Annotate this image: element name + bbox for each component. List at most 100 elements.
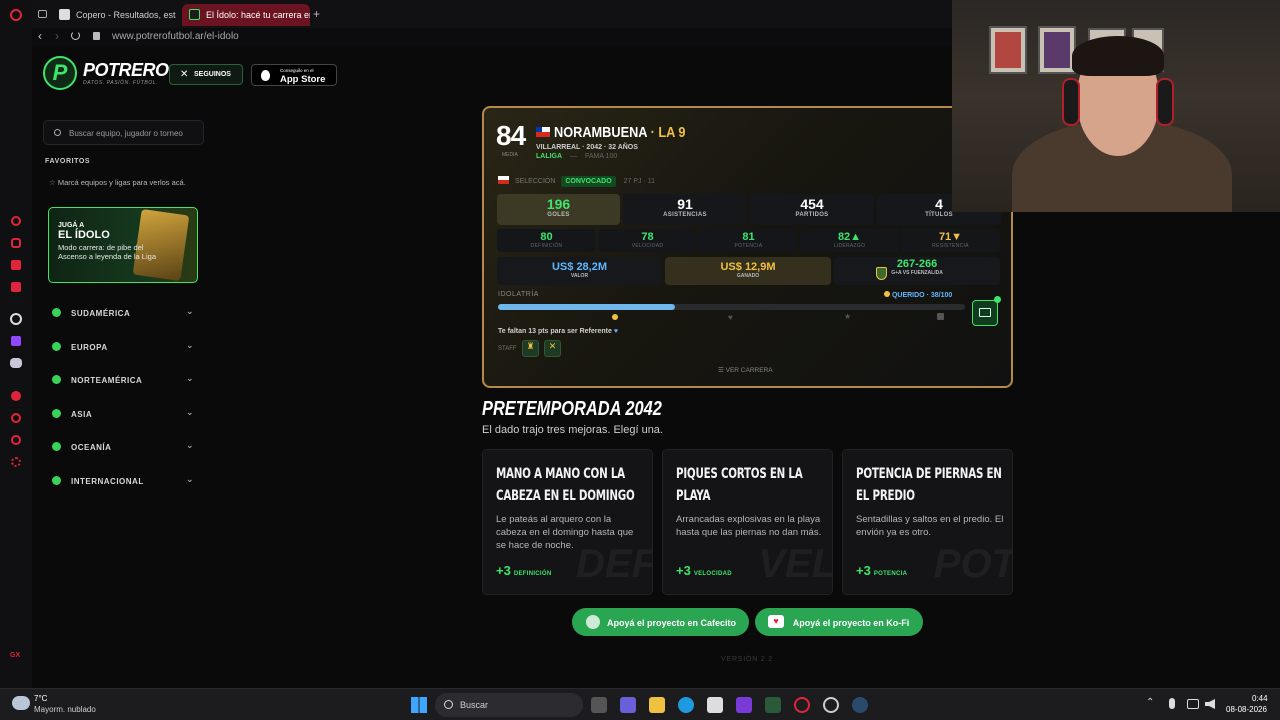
- taskbar-search[interactable]: Buscar: [435, 693, 583, 717]
- microphone-icon[interactable]: [1169, 698, 1175, 709]
- upgrade-option-velocidad[interactable]: VEL PIQUES CORTOS EN LA PLAYA Arrancadas…: [662, 449, 833, 595]
- club-line: VILLARREAL · 2042 · 32 AÑOS: [536, 144, 638, 151]
- career-link[interactable]: ☰ VER CARRERA: [718, 366, 773, 374]
- region-norteamerica[interactable]: NORTEAMÉRICA ⌄: [44, 373, 200, 389]
- search-input[interactable]: Buscar equipo, jugador o torneo: [43, 120, 204, 145]
- league[interactable]: LALIGA: [536, 153, 562, 160]
- stat-key: PARTIDOS: [795, 212, 829, 218]
- attr-key: VELOCIDAD: [631, 243, 664, 249]
- option-title: PIQUES CORTOS EN LA PLAYA: [676, 466, 803, 504]
- attr-key: DEFINICIÓN: [530, 243, 563, 249]
- volume-icon[interactable]: [1205, 699, 1215, 709]
- asia-icon: [52, 409, 61, 418]
- attr-definicion: 80 DEFINICIÓN: [497, 229, 596, 252]
- option-bonus: +3 DEFINICIÓN: [496, 563, 552, 578]
- opera-gx-icon[interactable]: [794, 697, 810, 713]
- twitch-icon[interactable]: [11, 336, 21, 346]
- sidebar-app-icon[interactable]: [11, 282, 21, 292]
- sidebar-app-icon[interactable]: [11, 238, 21, 248]
- region-europa[interactable]: EUROPA ⌄: [44, 340, 200, 356]
- tab-el-idolo[interactable]: El Ídolo: hacé tu carrera en: [182, 4, 310, 26]
- back-icon[interactable]: ‹: [38, 29, 42, 43]
- staff-agent-icon[interactable]: ✕: [544, 340, 561, 357]
- headphones-image: [1062, 78, 1080, 126]
- kofi-button[interactable]: ♥ Apoyá el proyecto en Ko-Fi: [755, 608, 923, 636]
- cart-button[interactable]: [972, 296, 1001, 326]
- forward-icon[interactable]: ›: [55, 29, 59, 43]
- bonus-value: +3: [496, 563, 511, 578]
- chatgpt-icon[interactable]: [10, 313, 22, 325]
- staff-coach-icon[interactable]: ♜: [522, 340, 539, 357]
- option-desc: Sentadillas y saltos en el predio. El en…: [856, 514, 1004, 538]
- sidebar-app-icon[interactable]: [11, 391, 21, 401]
- wall-frame-image: [989, 26, 1027, 74]
- steam-icon[interactable]: [852, 697, 868, 713]
- cafecito-button[interactable]: Apoyá el proyecto en Cafecito: [572, 608, 749, 636]
- lock-icon: [93, 32, 100, 40]
- upgrade-option-definicion[interactable]: DEF MANO A MANO CON LA CABEZA EN EL DOMI…: [482, 449, 653, 595]
- history-icon[interactable]: [11, 413, 21, 423]
- browser-sidebar-rail: GX: [0, 0, 32, 690]
- attr-value: 82▲: [837, 231, 862, 243]
- app-icon[interactable]: [823, 697, 839, 713]
- rival-key: G+A VS FUENZALIDA: [891, 270, 943, 276]
- tab-copero[interactable]: Copero - Resultados, estad: [52, 4, 176, 26]
- discord-icon[interactable]: [10, 358, 22, 368]
- sidebar-app-icon[interactable]: [11, 260, 21, 270]
- stat-value: 454: [800, 196, 824, 212]
- region-sudamerica[interactable]: SUDAMÉRICA ⌄: [44, 306, 200, 322]
- idolatry-track: [498, 304, 965, 310]
- stat-key: ASISTENCIAS: [663, 212, 707, 218]
- chevron-up-icon[interactable]: ⌃: [1146, 697, 1154, 708]
- chevron-down-icon: ⌄: [185, 474, 194, 484]
- opera-logo-icon[interactable]: [10, 9, 22, 21]
- coin-icon: [884, 291, 890, 297]
- sidebar-app-icon[interactable]: [11, 216, 21, 226]
- favorites-hint-text: Marcá equipos y ligas para verlos acá.: [57, 178, 186, 187]
- idolo-promo-banner[interactable]: JUGÁ A EL ÍDOLO Modo carrera: de pibe de…: [48, 207, 198, 283]
- reload-icon[interactable]: [71, 31, 80, 40]
- clock-time[interactable]: 0:44: [1252, 694, 1268, 703]
- upgrade-option-potencia[interactable]: POT POTENCIA DE PIERNAS EN EL PREDIO Sen…: [842, 449, 1013, 595]
- player-name: NORAMBUENA: [554, 124, 648, 141]
- terminal-icon[interactable]: [765, 697, 781, 713]
- clock-date[interactable]: 08-08-2026: [1226, 705, 1267, 714]
- webcam-overlay: [952, 0, 1280, 212]
- option-bonus: +3 POTENCIA: [856, 563, 907, 578]
- search-placeholder: Buscar equipo, jugador o torneo: [69, 129, 183, 138]
- app-icon[interactable]: [736, 697, 752, 713]
- stat-value: 91: [677, 196, 693, 212]
- region-internacional[interactable]: INTERNACIONAL ⌄: [44, 474, 200, 490]
- network-icon[interactable]: [1187, 699, 1199, 709]
- taskbar-search-label: Buscar: [460, 700, 489, 710]
- new-tab-icon[interactable]: +: [313, 8, 320, 20]
- gx-icon[interactable]: GX: [10, 652, 20, 659]
- settings-icon[interactable]: [11, 457, 21, 467]
- headphones-image: [1156, 78, 1174, 126]
- favorites-title: FAVORITOS: [45, 158, 91, 165]
- url-field[interactable]: www.potrerofutbol.ar/el-idolo: [112, 31, 239, 42]
- file-explorer-icon[interactable]: [649, 697, 665, 713]
- player-name-line: NORAMBUENA · LA 9: [554, 124, 686, 141]
- tab-menu-icon[interactable]: [38, 10, 47, 18]
- sidebar-app-icon[interactable]: [11, 435, 21, 445]
- promo-title: EL ÍDOLO: [58, 229, 110, 241]
- kofi-label: Apoyá el proyecto en Ko-Fi: [792, 618, 910, 628]
- staff-label: STAFF: [498, 346, 517, 352]
- weather-icon[interactable]: [12, 696, 30, 710]
- region-asia[interactable]: ASIA ⌄: [44, 407, 200, 423]
- store-icon[interactable]: [707, 697, 723, 713]
- appstore-button[interactable]: Conseguilo en el App Store: [251, 64, 337, 86]
- chevron-down-icon: ⌄: [185, 340, 194, 350]
- app-icon[interactable]: [620, 697, 636, 713]
- edge-icon[interactable]: [678, 697, 694, 713]
- apple-icon: [261, 70, 270, 81]
- bonus-attr: DEFINICIÓN: [513, 571, 552, 577]
- idolatry-status-text: QUERIDO · 38/100: [891, 292, 953, 299]
- cart-icon: [979, 308, 991, 317]
- windows-start-icon[interactable]: [411, 697, 427, 713]
- bonus-attr: POTENCIA: [873, 571, 908, 577]
- potrero-favicon-icon: [189, 9, 200, 20]
- region-oceania[interactable]: OCEANÍA ⌄: [44, 440, 200, 456]
- task-view-icon[interactable]: [591, 697, 607, 713]
